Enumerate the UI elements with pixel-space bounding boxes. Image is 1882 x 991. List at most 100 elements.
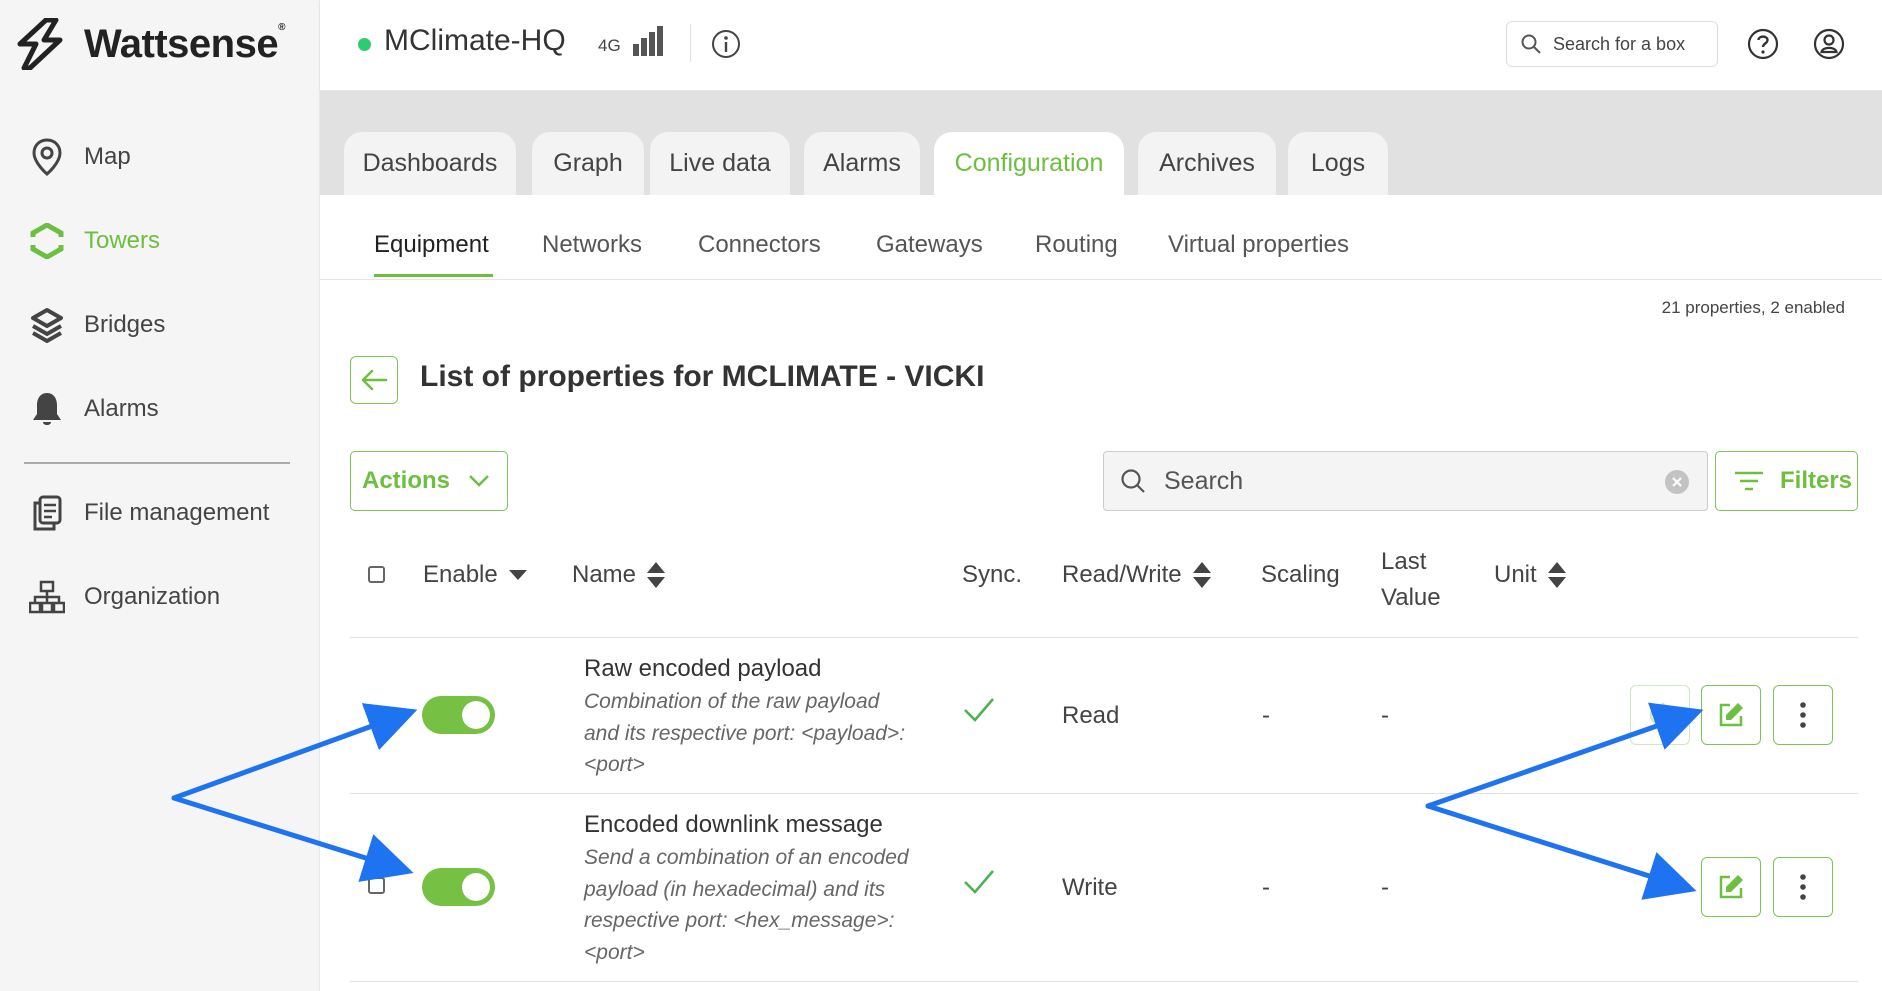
column-read-write[interactable]: Read/Write (1062, 561, 1212, 589)
sync-check-icon (964, 870, 994, 894)
tab-archives[interactable]: Archives (1138, 132, 1276, 195)
sort-icon (647, 562, 666, 588)
header-separator (690, 24, 691, 62)
more-vertical-icon (1800, 702, 1806, 728)
box-name[interactable]: MClimate-HQ (384, 24, 566, 58)
scaling-value: - (1262, 874, 1270, 901)
wattsense-logo[interactable]: Wattsense® (16, 18, 285, 70)
tab-live-data[interactable]: Live data (650, 132, 790, 195)
table-header-divider (350, 637, 1858, 638)
sidebar-item-towers[interactable]: Towers (26, 217, 160, 265)
more-options-button[interactable] (1773, 685, 1833, 745)
sidebar-item-alarms[interactable]: Alarms (26, 385, 159, 433)
sidebar-item-organization[interactable]: Organization (26, 573, 220, 621)
subtab-virtual-properties[interactable]: Virtual properties (1168, 231, 1349, 259)
property-description: Send a combination of an encoded payload… (584, 846, 909, 964)
actions-label: Actions (362, 467, 451, 494)
sidebar-item-label: Towers (84, 227, 161, 254)
row-checkbox[interactable] (368, 706, 385, 723)
read-write-value: Write (1062, 874, 1118, 901)
last-value: - (1381, 874, 1389, 901)
row-divider (350, 981, 1858, 982)
sidebar-item-file-management[interactable]: File management (26, 489, 269, 537)
sort-icon (1547, 562, 1566, 588)
filter-icon (1735, 471, 1763, 491)
top-header: MClimate-HQ 4G Search for a box (320, 0, 1882, 91)
user-account-icon[interactable] (1812, 27, 1846, 61)
map-pin-icon (26, 136, 68, 178)
select-all-checkbox[interactable] (368, 566, 385, 583)
sidebar-item-label: Map (84, 143, 131, 170)
more-options-button[interactable] (1773, 857, 1833, 917)
subtab-equipment[interactable]: Equipment (374, 231, 489, 259)
search-placeholder: Search (1164, 466, 1244, 495)
edit-button[interactable] (1701, 857, 1761, 917)
scaling-value: - (1262, 702, 1270, 729)
sync-check-icon (964, 698, 994, 722)
property-name: Raw encoded payload (584, 655, 822, 682)
tab-graph[interactable]: Graph (532, 132, 644, 195)
subtabs-bar: Equipment Networks Connectors Gateways R… (320, 195, 1882, 280)
column-enable[interactable]: Enable (423, 561, 528, 589)
tab-dashboards[interactable]: Dashboards (344, 132, 516, 195)
info-icon[interactable] (710, 28, 742, 60)
sort-desc-icon (508, 570, 527, 580)
sidebar-item-map[interactable]: Map (26, 133, 131, 181)
subtab-gateways[interactable]: Gateways (876, 231, 983, 259)
filters-label: Filters (1780, 467, 1853, 494)
status-dot (358, 38, 371, 51)
search-icon (1121, 469, 1145, 493)
organization-icon (26, 576, 68, 618)
enable-toggle[interactable] (422, 868, 495, 906)
read-write-value: Read (1062, 702, 1120, 729)
box-search[interactable]: Search for a box (1506, 21, 1718, 67)
sidebar-item-label: File management (84, 499, 270, 526)
sidebar-divider (24, 462, 290, 464)
column-name[interactable]: Name (572, 561, 666, 589)
actions-dropdown[interactable]: Actions (350, 451, 508, 511)
column-last-value: Last Value (1381, 548, 1441, 611)
column-sync: Sync. (962, 561, 1023, 588)
sort-icon (1192, 562, 1211, 588)
bell-icon (26, 388, 68, 430)
row-checkbox[interactable] (368, 877, 385, 894)
subtab-connectors[interactable]: Connectors (698, 231, 821, 259)
clear-search-icon[interactable] (1665, 470, 1689, 494)
column-unit[interactable]: Unit (1494, 561, 1567, 589)
last-value: - (1381, 702, 1389, 729)
brand-name: Wattsense® (84, 21, 285, 66)
back-button[interactable] (350, 356, 398, 404)
more-vertical-icon (1800, 874, 1806, 900)
sidebar-item-bridges[interactable]: Bridges (26, 301, 165, 349)
annotation-arrow (1425, 803, 1697, 900)
tab-alarms[interactable]: Alarms (804, 132, 920, 195)
box-search-placeholder: Search for a box (1553, 33, 1686, 54)
tab-logs[interactable]: Logs (1288, 132, 1388, 195)
refresh-button[interactable] (1630, 685, 1690, 745)
towers-icon (26, 220, 68, 262)
arrow-left-icon (361, 369, 388, 391)
sidebar-item-label: Alarms (84, 395, 159, 422)
help-icon[interactable] (1746, 27, 1780, 61)
tab-configuration[interactable]: Configuration (934, 132, 1124, 195)
edit-icon (1719, 703, 1743, 727)
sidebar-item-label: Organization (84, 583, 221, 610)
subtab-routing[interactable]: Routing (1035, 231, 1118, 259)
property-description: Combination of the raw payload and its r… (584, 690, 906, 776)
file-management-icon (26, 492, 68, 534)
bridges-icon (26, 304, 68, 346)
enable-toggle[interactable] (422, 696, 495, 734)
page-title: List of properties for MCLIMATE - VICKI (420, 360, 985, 393)
edit-icon (1719, 875, 1743, 899)
chevron-down-icon (469, 475, 489, 487)
property-search-input[interactable]: Search (1103, 451, 1708, 511)
subtab-networks[interactable]: Networks (542, 231, 642, 259)
property-name: Encoded downlink message (584, 811, 883, 838)
row-divider (350, 793, 1858, 794)
edit-button[interactable] (1701, 685, 1761, 745)
filters-button[interactable]: Filters (1715, 451, 1858, 511)
active-subtab-indicator (374, 274, 493, 277)
refresh-icon (1649, 702, 1671, 726)
column-scaling: Scaling (1261, 561, 1340, 588)
search-icon (1521, 34, 1541, 54)
